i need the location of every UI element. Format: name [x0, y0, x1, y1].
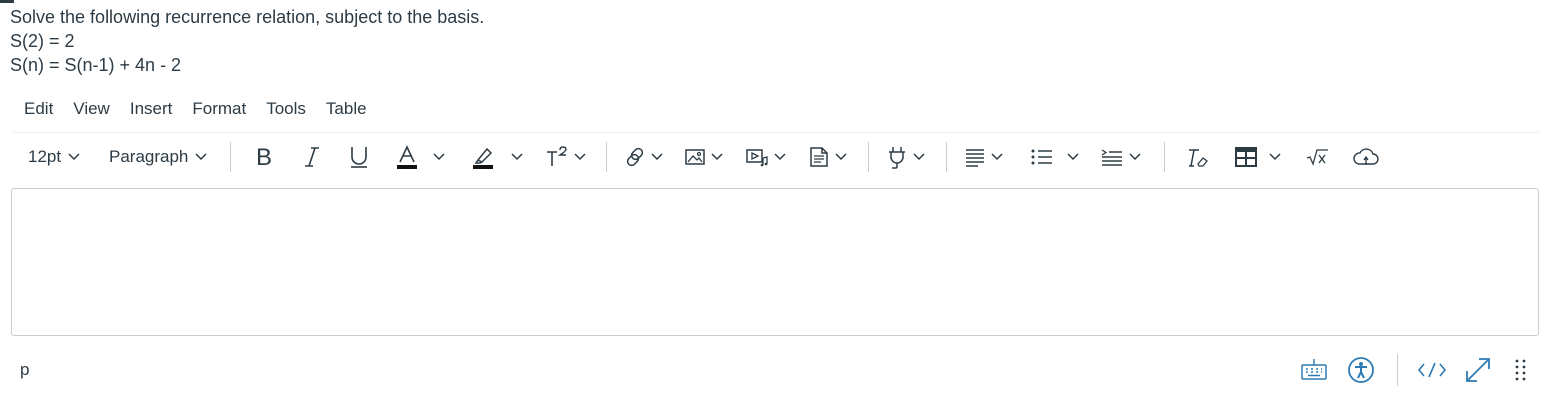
question-instruction: Solve the following recurrence relation,… [10, 7, 485, 27]
menu-insert[interactable]: Insert [120, 99, 183, 119]
cloud-upload-icon [1353, 148, 1379, 165]
chevron-down-icon [511, 153, 523, 161]
rich-text-editor-area[interactable] [11, 188, 1539, 336]
clear-formatting-button[interactable] [1186, 140, 1210, 174]
superscript-icon [547, 146, 567, 166]
corner-mark [0, 0, 14, 3]
chevron-down-icon [195, 153, 207, 161]
superscript-button[interactable] [545, 140, 587, 174]
chevron-down-icon [574, 153, 586, 161]
image-icon [685, 149, 705, 165]
math-equation-icon [1306, 149, 1328, 166]
bullet-list-icon [1031, 149, 1052, 165]
link-button[interactable] [624, 140, 664, 174]
math-equation-button[interactable] [1306, 140, 1330, 174]
toolbar-separator [1164, 142, 1165, 172]
fullscreen-icon [1466, 358, 1490, 382]
plugin-icon [889, 147, 905, 169]
accessibility-checker-button[interactable] [1347, 354, 1375, 386]
font-size-select[interactable]: 12pt [28, 140, 81, 174]
highlight-color-button[interactable] [472, 140, 524, 174]
chevron-down-icon [68, 153, 80, 161]
svg-text:B: B [256, 145, 272, 169]
chevron-down-icon [651, 153, 663, 161]
statusbar-separator [1397, 354, 1398, 386]
menu-view[interactable]: View [63, 99, 120, 119]
highlight-icon [473, 147, 493, 169]
html-editor-icon [1417, 362, 1447, 378]
question-basis: S(2) = 2 [10, 31, 75, 51]
html-editor-button[interactable] [1416, 354, 1448, 386]
bullet-list-button[interactable] [1030, 140, 1080, 174]
bold-button[interactable]: B [254, 140, 276, 174]
chevron-down-icon [711, 153, 723, 161]
link-icon [626, 147, 644, 167]
toolbar-separator [946, 142, 947, 172]
table-icon [1235, 147, 1257, 167]
block-format-select[interactable]: Paragraph [109, 140, 208, 174]
menubar-divider [12, 132, 1539, 133]
clear-formatting-icon [1189, 149, 1208, 167]
bold-icon: B [256, 145, 272, 169]
menu-table[interactable]: Table [316, 99, 377, 119]
resize-handle-icon [1515, 359, 1526, 381]
toolbar-separator [230, 142, 231, 172]
question-prompt: Solve the following recurrence relation,… [10, 5, 484, 77]
menu-edit[interactable]: Edit [14, 99, 63, 119]
chevron-down-icon [774, 153, 786, 161]
cloud-upload-button[interactable] [1352, 140, 1380, 174]
question-recurrence: S(n) = S(n-1) + 4n - 2 [10, 55, 182, 75]
underline-button[interactable] [348, 140, 370, 174]
resize-handle[interactable] [1514, 354, 1528, 386]
editor-menubar: Edit View Insert Format Tools Table [14, 96, 377, 122]
block-format-value: Paragraph [109, 147, 189, 166]
keyboard-shortcuts-icon [1301, 359, 1327, 380]
element-path[interactable]: p [20, 360, 29, 380]
chevron-down-icon [913, 153, 925, 161]
chevron-down-icon [1129, 153, 1141, 161]
media-icon [746, 149, 768, 167]
document-icon [810, 147, 828, 167]
keyboard-shortcuts-button[interactable] [1300, 354, 1328, 386]
fullscreen-button[interactable] [1463, 354, 1493, 386]
document-button[interactable] [808, 140, 848, 174]
table-button[interactable] [1234, 140, 1282, 174]
indent-button[interactable] [1100, 140, 1142, 174]
italic-button[interactable] [302, 140, 322, 174]
accessibility-checker-icon [1348, 357, 1374, 383]
media-button[interactable] [745, 140, 787, 174]
align-button[interactable] [964, 140, 1004, 174]
chevron-down-icon [1067, 153, 1079, 161]
indent-icon [1101, 149, 1122, 166]
image-button[interactable] [684, 140, 724, 174]
toolbar-separator [868, 142, 869, 172]
text-color-icon [397, 145, 417, 169]
chevron-down-icon [835, 153, 847, 161]
menu-tools[interactable]: Tools [256, 99, 316, 119]
text-color-button[interactable] [396, 140, 446, 174]
chevron-down-icon [1269, 153, 1281, 161]
menu-format[interactable]: Format [182, 99, 256, 119]
chevron-down-icon [991, 153, 1003, 161]
editor-toolbar: 12pt Paragraph B [12, 140, 1542, 174]
toolbar-separator [606, 142, 607, 172]
apps-plugin-button[interactable] [886, 140, 926, 174]
italic-icon [305, 147, 319, 167]
align-icon [966, 149, 984, 167]
underline-icon [351, 147, 367, 168]
chevron-down-icon [433, 153, 445, 161]
font-size-value: 12pt [28, 147, 62, 166]
